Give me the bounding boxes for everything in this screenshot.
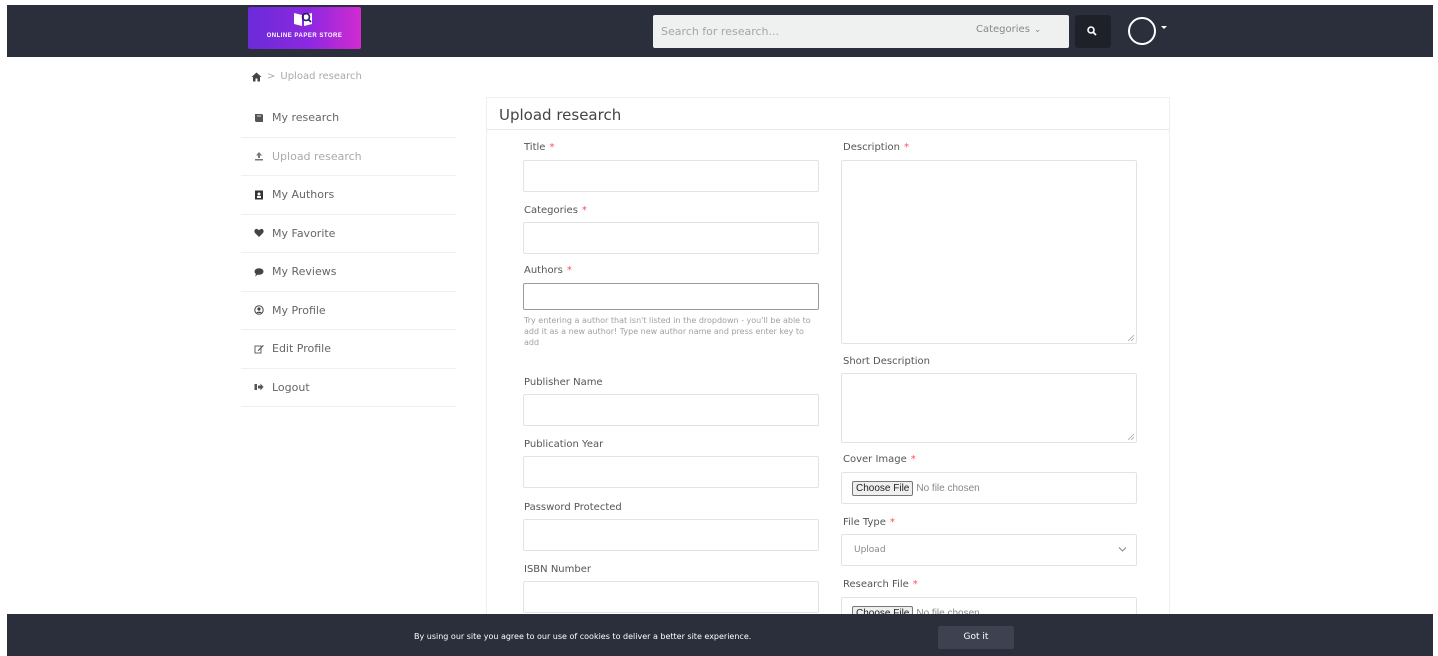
user-avatar[interactable]	[1128, 17, 1156, 45]
home-icon[interactable]	[251, 72, 262, 82]
required-mark: *	[549, 142, 555, 153]
cookie-consent-bar: By using our site you agree to our use o…	[7, 614, 1433, 656]
sidebar-item-my-research[interactable]: My research	[241, 99, 456, 138]
publisher-label: Publisher Name	[524, 377, 603, 388]
required-mark: *	[912, 579, 918, 590]
password-protected-label: Password Protected	[524, 502, 622, 513]
breadcrumb-separator: >	[267, 71, 276, 82]
short-description-textarea[interactable]	[841, 373, 1137, 443]
search-icon	[1087, 26, 1097, 36]
book-search-icon	[294, 12, 312, 26]
panel-title: Upload research	[499, 106, 622, 124]
file-type-select[interactable]: Upload	[841, 534, 1137, 566]
publication-year-input[interactable]	[523, 456, 819, 488]
cover-image-file-input[interactable]: Choose File No file chosen	[841, 472, 1137, 504]
chevron-down-icon: ⌄	[1033, 25, 1042, 35]
book-icon	[255, 113, 263, 122]
sidebar-item-label: My research	[272, 111, 340, 125]
required-mark: *	[889, 517, 895, 528]
resize-handle-icon[interactable]	[1128, 335, 1134, 341]
search-button[interactable]	[1075, 15, 1111, 48]
cover-image-label: Cover Image *	[843, 454, 916, 465]
upload-icon	[255, 152, 263, 161]
sidebar-item-label: Upload research	[272, 149, 362, 163]
sidebar: My research Upload research My Authors M…	[241, 99, 456, 407]
categories-input[interactable]	[523, 222, 819, 254]
sidebar-item-label: My Favorite	[272, 226, 336, 240]
title-input[interactable]	[523, 160, 819, 192]
description-label: Description *	[843, 142, 909, 153]
description-textarea[interactable]	[841, 160, 1137, 344]
sidebar-item-edit-profile[interactable]: Edit Profile	[241, 330, 456, 369]
publisher-input[interactable]	[523, 394, 819, 426]
breadcrumb-current: Upload research	[280, 71, 362, 82]
comment-icon	[254, 267, 264, 277]
required-mark: *	[910, 454, 916, 465]
choose-file-button[interactable]: Choose File	[852, 480, 914, 496]
sidebar-item-my-favorite[interactable]: My Favorite	[241, 215, 456, 253]
sidebar-item-label: My Profile	[272, 303, 326, 317]
breadcrumb: > Upload research	[251, 71, 362, 82]
address-book-icon	[255, 190, 263, 200]
sidebar-item-label: My Reviews	[272, 265, 337, 279]
sidebar-item-upload-research[interactable]: Upload research	[241, 138, 456, 176]
isbn-label: ISBN Number	[524, 564, 591, 575]
file-type-label: File Type *	[843, 517, 895, 528]
file-type-value: Upload	[854, 545, 886, 555]
edit-icon	[254, 344, 264, 354]
required-mark: *	[566, 265, 572, 276]
categories-dropdown[interactable]: Categories ⌄	[976, 24, 1041, 35]
heart-icon	[254, 229, 264, 238]
caret-down-icon[interactable]	[1159, 22, 1169, 32]
required-mark: *	[581, 205, 587, 216]
sidebar-item-logout[interactable]: Logout	[241, 369, 456, 407]
publication-year-label: Publication Year	[524, 439, 604, 450]
cookie-text: By using our site you agree to our use o…	[414, 632, 752, 641]
categories-label: Categories *	[524, 205, 587, 216]
password-protected-input[interactable]	[523, 519, 819, 551]
isbn-input[interactable]	[523, 581, 819, 613]
sidebar-item-my-profile[interactable]: My Profile	[241, 292, 456, 330]
research-file-label: Research File *	[843, 579, 918, 590]
authors-hint: Try entering a author that isn't listed …	[524, 316, 811, 347]
logo-text: ONLINE PAPER STORE	[266, 33, 343, 39]
authors-input[interactable]	[523, 283, 819, 310]
sidebar-item-my-reviews[interactable]: My Reviews	[241, 253, 456, 292]
authors-label: Authors *	[524, 265, 572, 276]
site-logo[interactable]: ONLINE PAPER STORE	[248, 7, 361, 49]
resize-handle-icon[interactable]	[1128, 434, 1134, 440]
user-circle-icon	[254, 305, 264, 315]
required-mark: *	[903, 142, 909, 153]
top-navbar: ONLINE PAPER STORE Categories⌄	[7, 5, 1433, 57]
title-label: Title *	[524, 142, 555, 153]
sign-out-icon	[254, 383, 264, 391]
sidebar-item-my-authors[interactable]: My Authors	[241, 176, 456, 215]
sidebar-item-label: Edit Profile	[272, 342, 332, 356]
short-description-label: Short Description	[843, 356, 930, 367]
upload-research-panel: Upload research Title * Categories * Autho…	[486, 97, 1170, 629]
chevron-down-icon	[1118, 547, 1127, 552]
search-bar: Categories⌄	[653, 15, 1069, 48]
got-it-button[interactable]: Got it	[938, 626, 1014, 649]
categories-label: Categories	[976, 24, 1030, 35]
sidebar-item-label: Logout	[272, 380, 310, 394]
sidebar-item-label: My Authors	[272, 188, 335, 202]
panel-divider	[487, 129, 1169, 130]
file-status: No file chosen	[916, 482, 980, 494]
search-input[interactable]	[653, 15, 968, 48]
